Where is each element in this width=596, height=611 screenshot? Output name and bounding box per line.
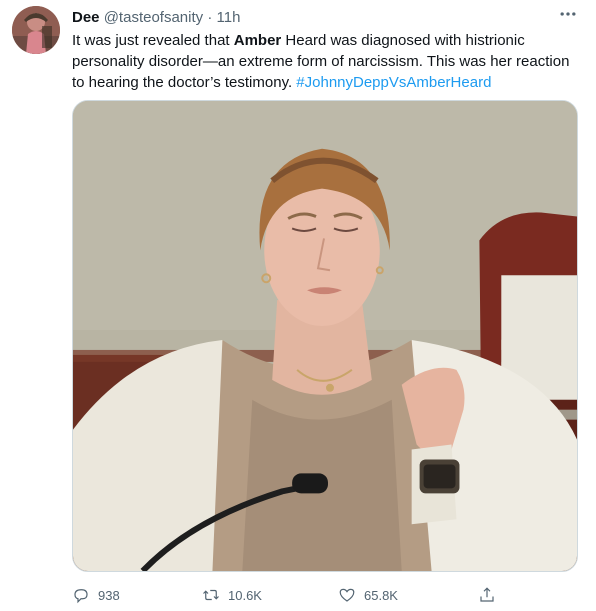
tweet-header: Dee @tasteofsanity · 11h (72, 8, 576, 28)
author-handle[interactable]: @tasteofsanity (104, 9, 203, 26)
tweet-text-bold: Amber (233, 32, 282, 49)
hashtag-link[interactable]: #JohnnyDeppVsAmberHeard (296, 74, 491, 91)
separator-dot: · (207, 9, 213, 26)
retweet-button[interactable]: 10.6K (202, 582, 262, 608)
avatar[interactable] (12, 6, 60, 54)
tweet-photo[interactable] (72, 100, 578, 572)
retweet-count: 10.6K (228, 587, 262, 603)
tweet-time[interactable]: 11h (217, 9, 241, 26)
tweet-text: It was just revealed that Amber Heard wa… (72, 30, 582, 93)
reply-button[interactable]: 938 (72, 582, 120, 608)
tweet-actions: 938 10.6K 65.8K (72, 582, 582, 608)
reply-count: 938 (98, 587, 120, 603)
tweet-text-part-1: It was just revealed that (72, 32, 234, 49)
more-icon[interactable] (554, 4, 582, 26)
like-count: 65.8K (364, 587, 398, 603)
retweet-icon (203, 589, 219, 601)
author-name[interactable]: Dee (72, 9, 100, 26)
like-button[interactable]: 65.8K (338, 582, 398, 608)
share-button[interactable] (478, 582, 504, 608)
reply-icon (74, 589, 88, 604)
share-icon (480, 587, 494, 602)
tweet[interactable]: Dee @tasteofsanity · 11h It was just rev… (0, 0, 596, 611)
heart-icon (339, 588, 355, 602)
